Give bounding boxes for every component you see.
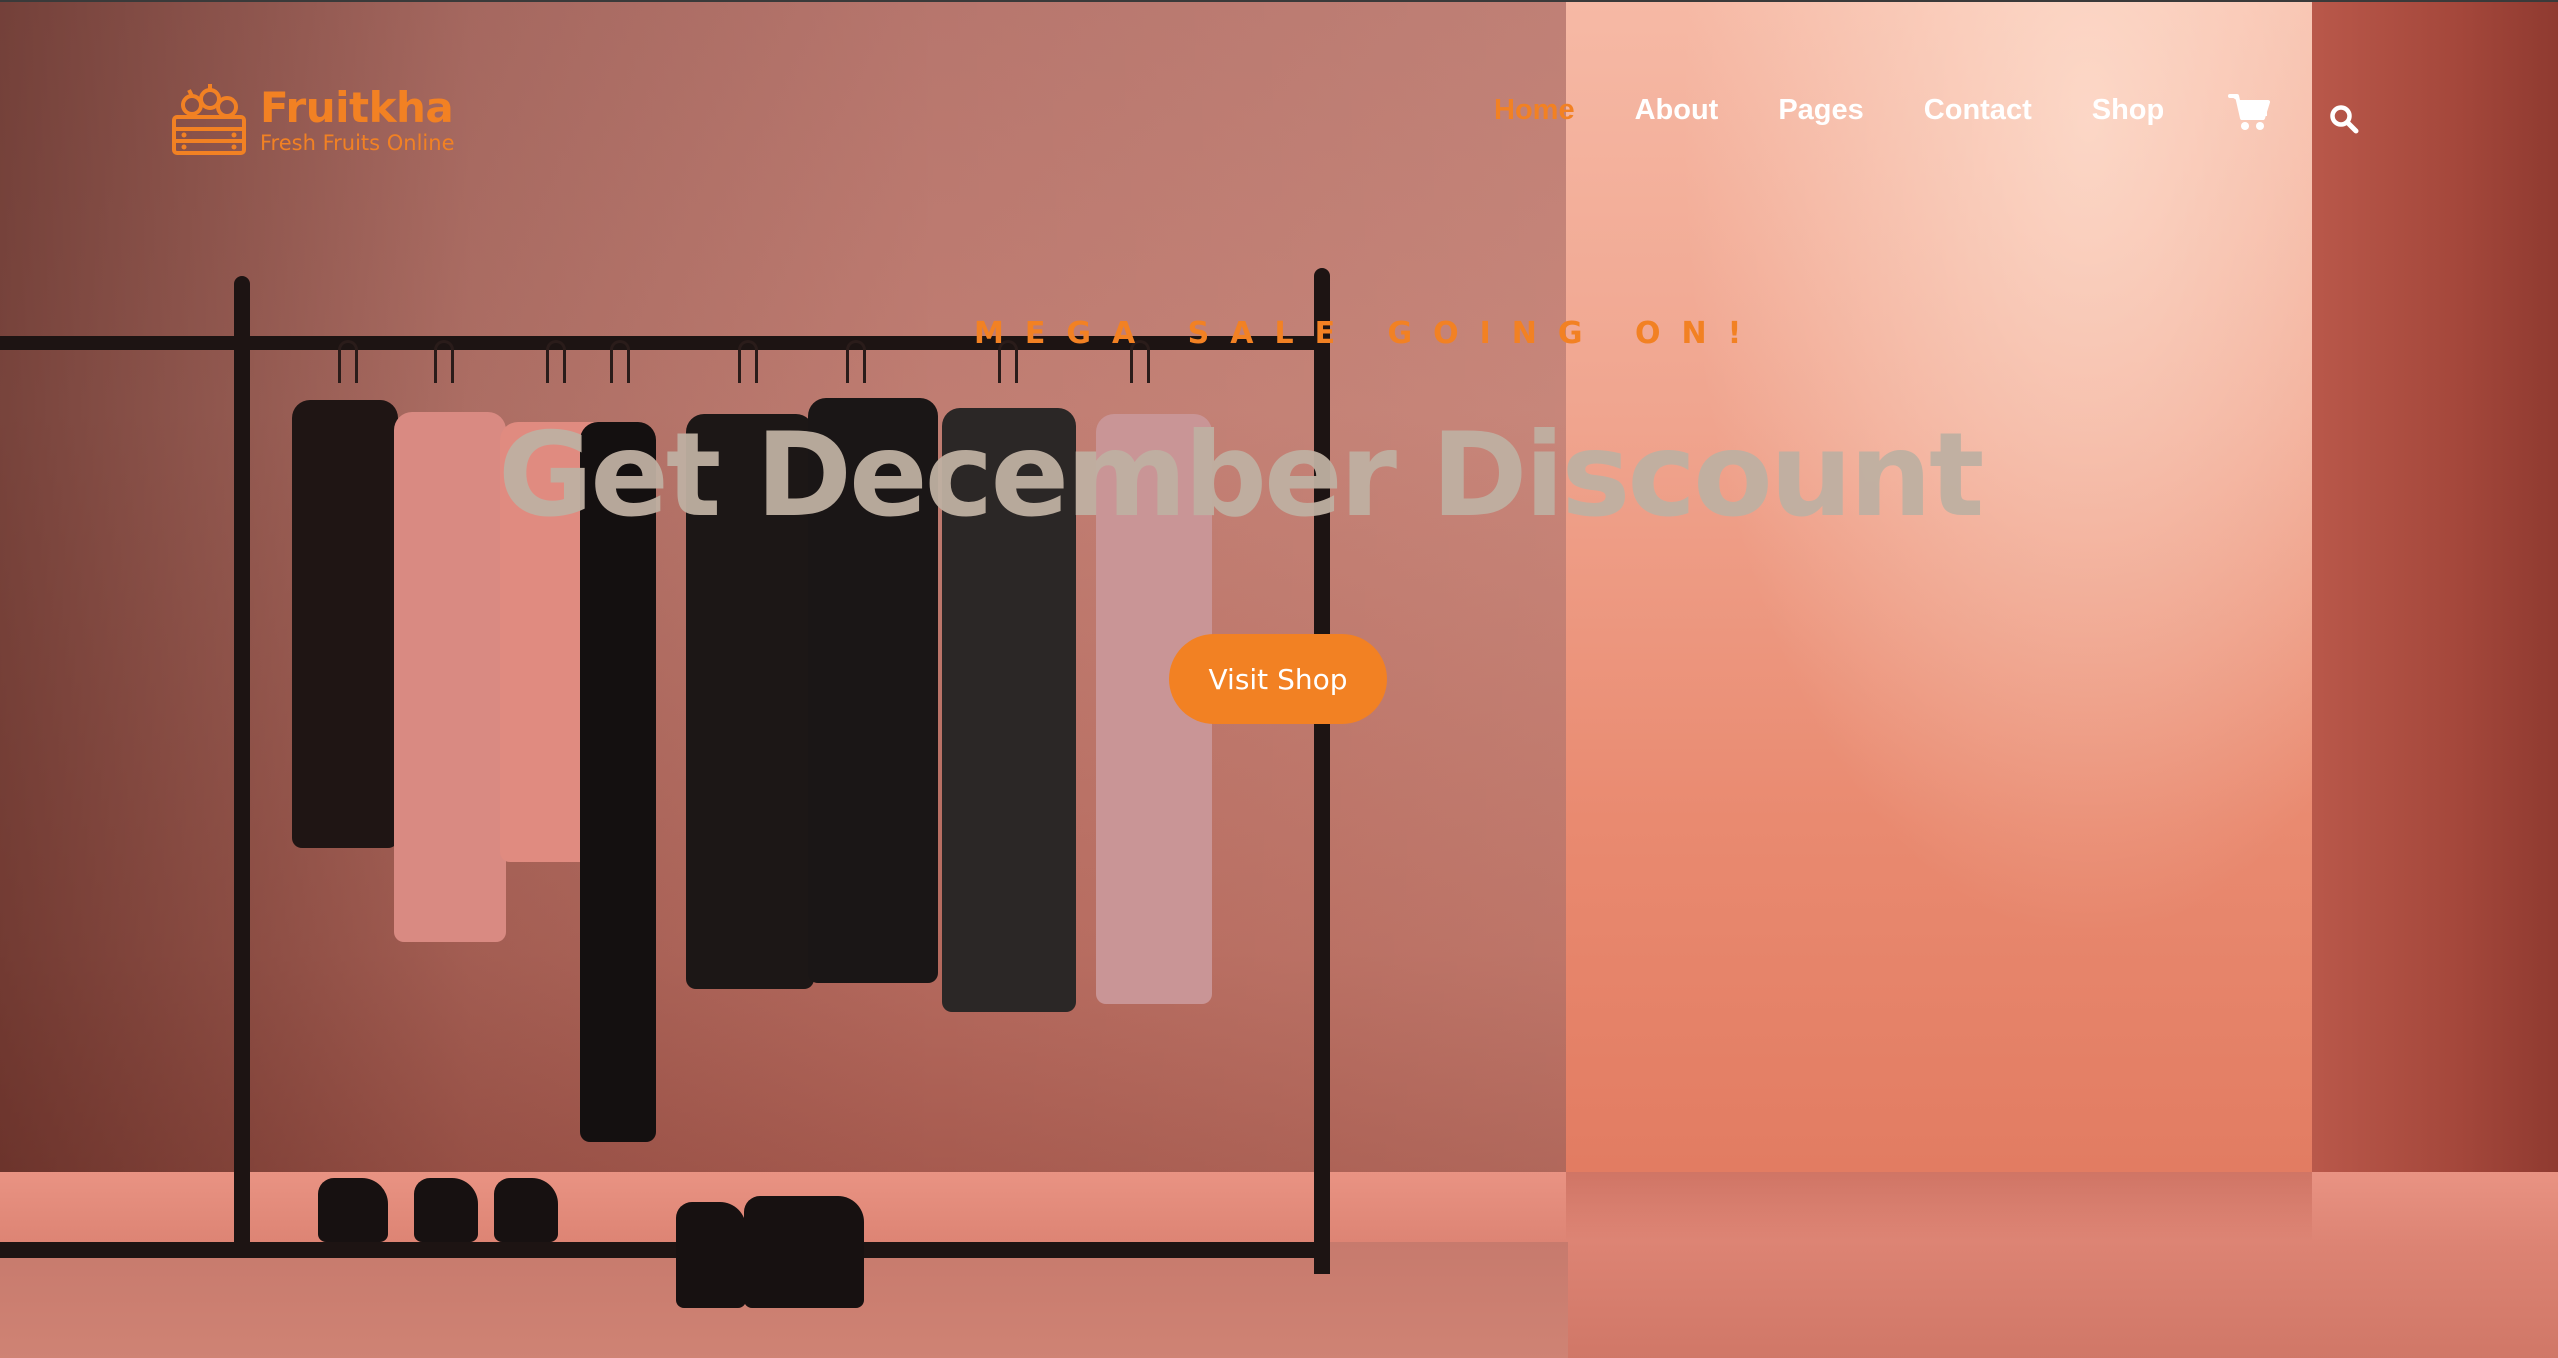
nav-link-home[interactable]: Home — [1494, 94, 1575, 127]
garment-black-top — [292, 400, 398, 848]
hanger-hook — [434, 340, 454, 383]
brand-text: Fruitkha Fresh Fruits Online — [260, 83, 455, 156]
hero-subtitle: MEGA SALE GOING ON! — [974, 316, 1763, 351]
ankle-boot — [744, 1196, 864, 1308]
brand-logo[interactable]: Fruitkha Fresh Fruits Online — [170, 80, 455, 160]
ankle-boot — [676, 1202, 746, 1308]
hero-title: Get December Discount — [498, 408, 1984, 543]
hanger-hook — [338, 340, 358, 383]
hero-section: Fruitkha Fresh Fruits Online Home About … — [0, 0, 2558, 1358]
hanger-hook — [738, 340, 758, 383]
main-menu: Home About Pages Contact Shop — [1494, 88, 2224, 132]
nav-link-pages[interactable]: Pages — [1778, 94, 1863, 127]
nav-link-contact[interactable]: Contact — [1924, 94, 2032, 127]
navbar: Fruitkha Fresh Fruits Online Home About … — [0, 2, 2558, 222]
rack-left-post — [234, 276, 250, 1242]
search-icon[interactable] — [2329, 104, 2359, 134]
hanger-hook — [546, 340, 566, 383]
rack-bottom-bar — [0, 1242, 1330, 1258]
shopping-cart-icon[interactable] — [2228, 92, 2270, 132]
visit-shop-button[interactable]: Visit Shop — [1169, 634, 1387, 724]
brand-name: Fruitkha — [260, 83, 454, 132]
background-floor-shadow — [1566, 1172, 2312, 1242]
hanger-hook — [610, 340, 630, 383]
fruit-basket-icon — [172, 84, 246, 155]
nav-link-shop[interactable]: Shop — [2092, 94, 2165, 127]
brand-tagline: Fresh Fruits Online — [260, 131, 455, 155]
shoe — [414, 1178, 478, 1242]
shoe — [494, 1178, 558, 1242]
hanger-hook — [846, 340, 866, 383]
shoe — [318, 1178, 388, 1242]
garment-pink-shirt — [394, 412, 506, 942]
nav-link-about[interactable]: About — [1635, 94, 1719, 127]
